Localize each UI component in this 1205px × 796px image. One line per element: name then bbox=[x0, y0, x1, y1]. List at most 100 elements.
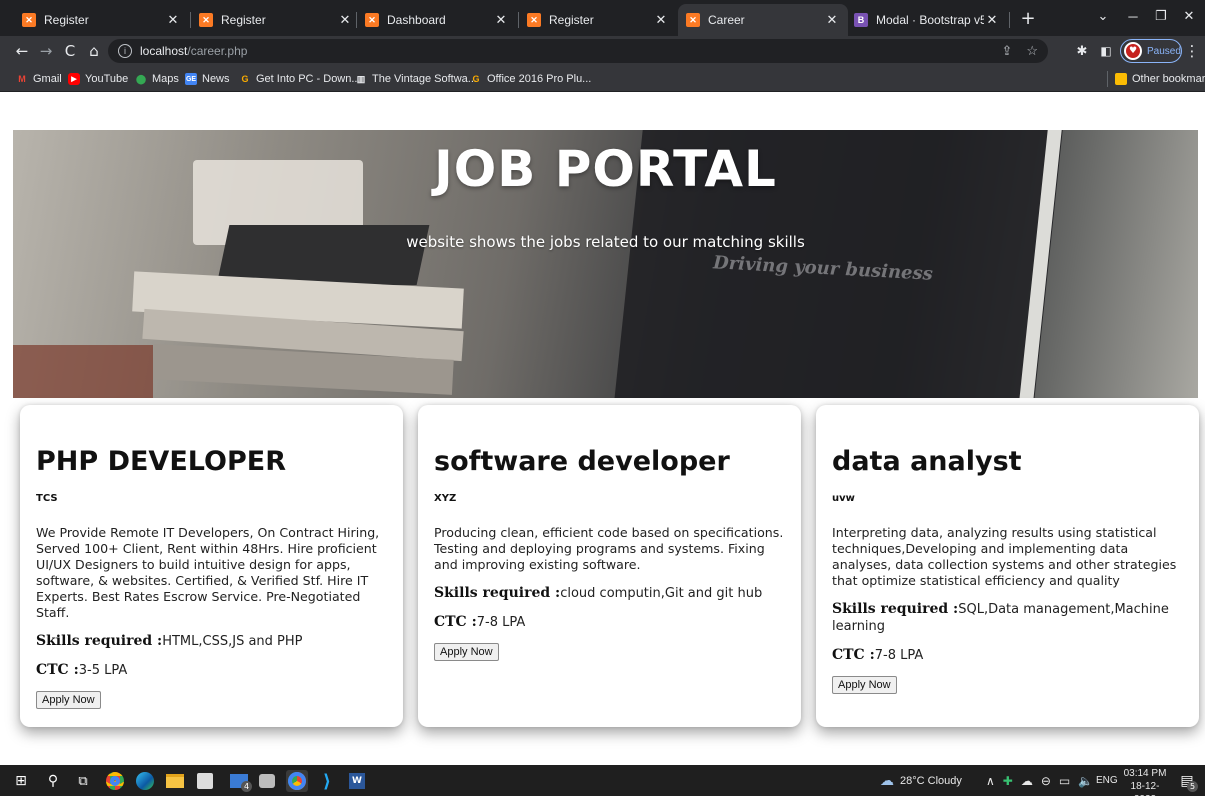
tab-career[interactable]: ✕ Career ✕ bbox=[678, 4, 848, 36]
profile-status: Paused bbox=[1147, 45, 1181, 57]
power-icon[interactable]: ⊖ bbox=[1041, 774, 1051, 788]
ctc-label: CTC : bbox=[434, 614, 477, 630]
chrome-active-icon[interactable] bbox=[286, 770, 308, 792]
network-icon[interactable]: ▭ bbox=[1059, 774, 1070, 788]
job-skills: Skills required :cloud computin,Git and … bbox=[434, 585, 785, 602]
job-ctc: CTC :3-5 LPA bbox=[36, 662, 387, 679]
close-icon[interactable]: ✕ bbox=[493, 12, 509, 28]
chevron-up-icon[interactable]: ∧ bbox=[986, 774, 995, 788]
share-icon[interactable]: ⇪ bbox=[1001, 43, 1012, 59]
job-description: Producing clean, efficient code based on… bbox=[434, 525, 784, 572]
gmail-icon: M bbox=[18, 74, 26, 84]
xampp-icon: ✕ bbox=[527, 13, 541, 27]
side-panel-icon[interactable]: ◧ bbox=[1094, 39, 1118, 63]
bookmark-maps[interactable]: ⬤ Maps bbox=[135, 71, 179, 87]
skills-value: HTML,CSS,JS and PHP bbox=[162, 634, 303, 649]
tab-title: Register bbox=[44, 13, 89, 27]
job-company: XYZ bbox=[434, 493, 457, 504]
window-close-button[interactable]: ✕ bbox=[1170, 0, 1205, 32]
apply-now-button[interactable]: Apply Now bbox=[434, 643, 499, 661]
ctc-label: CTC : bbox=[832, 647, 875, 663]
tab-dashboard[interactable]: ✕ Dashboard ✕ bbox=[357, 4, 517, 36]
close-icon[interactable]: ✕ bbox=[337, 12, 353, 28]
bookmark-youtube[interactable]: ▶ YouTube bbox=[68, 71, 128, 87]
close-icon[interactable]: ✕ bbox=[824, 12, 840, 28]
apply-now-button[interactable]: Apply Now bbox=[832, 676, 897, 694]
bookmark-label: News bbox=[202, 73, 230, 85]
notification-icon[interactable]: ▤ 5 bbox=[1176, 770, 1198, 792]
close-icon[interactable]: ✕ bbox=[653, 12, 669, 28]
reload-icon[interactable]: C bbox=[58, 39, 82, 63]
word-icon[interactable]: W bbox=[346, 770, 368, 792]
ctc-value: 7-8 LPA bbox=[476, 615, 526, 630]
search-icon[interactable]: ⚲ bbox=[42, 770, 64, 792]
bookmark-vintage-software[interactable]: ▥ The Vintage Softwa... bbox=[355, 71, 477, 87]
bookmark-label: The Vintage Softwa... bbox=[372, 73, 477, 85]
clock-time: 03:14 PM bbox=[1123, 768, 1167, 779]
camera-icon[interactable] bbox=[256, 770, 278, 792]
extensions-puzzle-icon[interactable]: ✱ bbox=[1070, 39, 1094, 63]
g-icon: G bbox=[472, 74, 480, 84]
clock[interactable]: 03:14 PM 18-12-2022 bbox=[1120, 767, 1170, 796]
back-arrow-icon[interactable]: ← bbox=[10, 39, 34, 63]
bookmark-star-icon[interactable]: ☆ bbox=[1026, 43, 1038, 59]
weather-widget[interactable]: ☁ 28°C Cloudy bbox=[880, 765, 962, 796]
tab-bootstrap-modal[interactable]: B Modal · Bootstrap v5.2 ✕ bbox=[846, 4, 1008, 36]
tab-title: Dashboard bbox=[387, 13, 446, 27]
language-indicator[interactable]: ENG bbox=[1096, 765, 1118, 796]
bookmark-office[interactable]: G Office 2016 Pro Plu... bbox=[470, 71, 591, 87]
profile-button[interactable]: ♥ Paused bbox=[1120, 39, 1182, 63]
ctc-label: CTC : bbox=[36, 662, 79, 678]
menu-kebab-icon[interactable]: ⋮ bbox=[1180, 39, 1204, 63]
apply-now-button[interactable]: Apply Now bbox=[36, 691, 101, 709]
ctc-value: 7-8 LPA bbox=[874, 648, 924, 663]
chrome-icon[interactable] bbox=[104, 770, 126, 792]
clock-date: 18-12-2022 bbox=[1130, 781, 1160, 796]
taskbar: ⊞ ⚲ ⧉ 4 ⟩ W ☁ 28°C Cloudy ∧ ✚ ☁ ⊖ ▭ 🔈 EN… bbox=[0, 765, 1205, 796]
g-icon: G bbox=[241, 74, 249, 84]
tab-register-1[interactable]: ✕ Register ✕ bbox=[14, 4, 189, 36]
tab-register-3[interactable]: ✕ Register ✕ bbox=[519, 4, 677, 36]
file-explorer-icon[interactable] bbox=[164, 770, 186, 792]
tab-title: Register bbox=[549, 13, 594, 27]
job-card-php-developer: PHP DEVELOPER TCS We Provide Remote IT D… bbox=[20, 405, 403, 727]
store-icon[interactable] bbox=[194, 770, 216, 792]
weather-text: 28°C Cloudy bbox=[900, 774, 962, 787]
forward-arrow-icon[interactable]: → bbox=[34, 39, 58, 63]
info-icon[interactable]: i bbox=[118, 44, 132, 58]
task-view-icon[interactable]: ⧉ bbox=[72, 770, 94, 792]
job-company: uvw bbox=[832, 493, 855, 504]
skills-label: Skills required : bbox=[832, 601, 959, 617]
job-title: PHP DEVELOPER bbox=[36, 446, 286, 477]
job-description: We Provide Remote IT Developers, On Cont… bbox=[36, 525, 380, 620]
speaker-icon[interactable]: 🔈 bbox=[1078, 774, 1093, 788]
mail-icon[interactable]: 4 bbox=[224, 770, 254, 792]
bookmark-label: Gmail bbox=[33, 73, 62, 85]
tab-title: Modal · Bootstrap v5.2 bbox=[876, 13, 984, 27]
job-card-software-developer: software developer XYZ Producing clean, … bbox=[418, 405, 801, 727]
bookmark-getintopc[interactable]: G Get Into PC - Down... bbox=[239, 71, 360, 87]
skills-label: Skills required : bbox=[36, 633, 163, 649]
onedrive-icon[interactable]: ☁ bbox=[1021, 774, 1033, 788]
job-skills: Skills required :SQL,Data management,Mac… bbox=[832, 601, 1183, 635]
tab-register-2[interactable]: ✕ Register ✕ bbox=[191, 4, 361, 36]
home-icon[interactable]: ⌂ bbox=[82, 39, 106, 63]
tab-title: Register bbox=[221, 13, 266, 27]
xampp-icon: ✕ bbox=[22, 13, 36, 27]
page-title: JOB PORTAL bbox=[434, 140, 777, 198]
youtube-icon: ▶ bbox=[68, 73, 80, 85]
edge-icon[interactable] bbox=[134, 770, 156, 792]
address-bar[interactable]: i localhost/career.php ⇪ ☆ bbox=[108, 39, 1048, 63]
xampp-icon: ✕ bbox=[686, 13, 700, 27]
vscode-icon[interactable]: ⟩ bbox=[316, 770, 338, 792]
bookmark-gmail[interactable]: M Gmail bbox=[16, 71, 62, 87]
windows-start-icon[interactable]: ⊞ bbox=[10, 770, 32, 792]
close-icon[interactable]: ✕ bbox=[165, 12, 181, 28]
security-icon[interactable]: ✚ bbox=[1003, 774, 1013, 788]
close-icon[interactable]: ✕ bbox=[984, 12, 1000, 28]
mail-badge: 4 bbox=[241, 781, 252, 792]
bookmark-news[interactable]: GE News bbox=[185, 71, 230, 87]
other-bookmarks[interactable]: Other bookmarks bbox=[1115, 71, 1205, 87]
new-tab-button[interactable]: + bbox=[1014, 4, 1042, 32]
bootstrap-icon: B bbox=[854, 13, 868, 27]
